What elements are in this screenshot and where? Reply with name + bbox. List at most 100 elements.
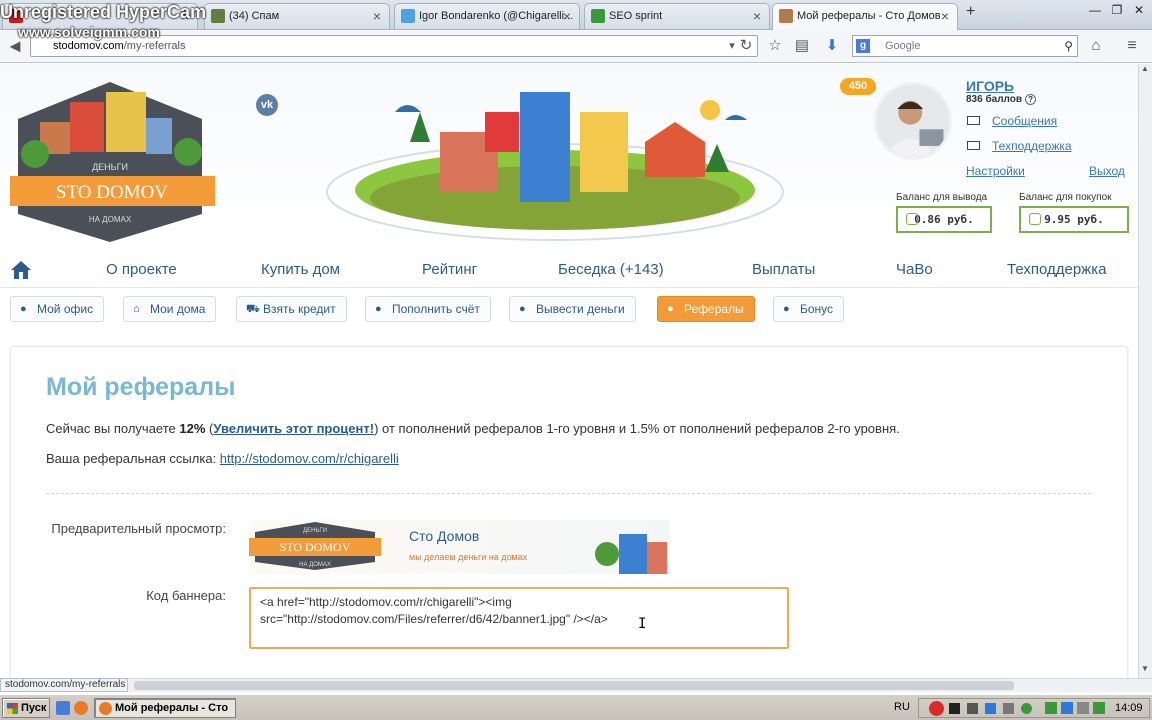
record-icon[interactable] [929,701,944,716]
horizontal-scrollbar[interactable] [128,678,1152,692]
sto-domov-logo[interactable]: ДЕНЬГИ STO DOMOV НА ДОМАХ [10,74,215,244]
search-placeholder: Google [885,40,921,52]
site-header: ДЕНЬГИ STO DOMOV НА ДОМАХ vk 450 ИГОРЬ 8… [0,64,1138,249]
horizontal-scroll-thumb[interactable] [134,681,1014,690]
firefox-quicklaunch-icon[interactable] [74,701,88,715]
start-button[interactable]: Пуск [2,698,50,718]
messages-link[interactable]: Сообщения [992,114,1057,128]
tray-app-icon[interactable] [967,703,978,714]
scroll-up-icon[interactable]: ▲ [1141,64,1149,73]
speaker-icon[interactable] [1077,702,1089,714]
tab-seo-sprint[interactable]: SEO sprint × [584,3,770,29]
subnav-bonus[interactable]: ● Бонус [773,296,845,322]
search-icon[interactable]: ⚲ [1064,36,1073,56]
tray-app-icon[interactable] [1093,702,1105,714]
tab-referrals[interactable]: Мой рефералы - Сто Домов × [772,3,958,30]
vk-icon[interactable]: vk [256,94,278,116]
subnav-my-office[interactable]: ● Мой офис [10,296,105,322]
cart-icon: ⛟ [246,303,260,315]
content-panel: Мой рефералы Сейчас вы получаете 12% (Ув… [10,346,1128,678]
level-badge: 450 [840,78,876,95]
nav-payouts[interactable]: Выплаты [752,261,815,278]
help-icon[interactable]: ? [1025,94,1037,105]
nav-about[interactable]: О проекте [106,261,177,278]
close-tab-icon[interactable]: × [563,4,571,28]
system-tray: 14:09 [918,698,1150,718]
banner-preview[interactable]: STO DOMOV ДЕНЬГИ НА ДОМАХ Сто Домов мы д… [249,520,669,574]
settings-link[interactable]: Настройки [966,164,1025,178]
tray-app-icon[interactable] [1045,702,1057,714]
subnav-top-up[interactable]: ● Пополнить счёт [365,296,491,322]
referral-link[interactable]: http://stodomov.com/r/chigarelli [220,451,399,466]
page-title: Мой рефералы [46,373,236,401]
scroll-down-icon[interactable]: ▼ [1141,664,1149,673]
referral-percent-text: Сейчас вы получаете 12% (Увеличить этот … [46,421,900,436]
close-tab-icon[interactable]: × [373,4,381,28]
piggybank-icon: ● [519,303,526,315]
close-tab-icon[interactable]: × [941,4,949,28]
close-tab-icon[interactable]: × [753,4,761,28]
tray-app-icon[interactable] [1061,702,1073,714]
banner-code-label: Код баннера: [146,588,226,603]
network-icon[interactable] [985,703,996,714]
home-icon[interactable]: ⌂ [1086,36,1106,56]
cash-icon [1029,213,1041,225]
tray-app-icon[interactable] [1003,703,1014,714]
banner-subtitle: мы делаем деньги на домах [409,552,528,562]
url-path: /my-referrals [123,40,186,52]
home-nav-icon[interactable] [10,260,32,280]
support-link[interactable]: Техподдержка [992,139,1072,153]
stop-icon[interactable] [949,703,960,714]
navigation-bar: ◄ stodomov.com/my-referrals ▾ ↻ ☆ ▤ ⬇ g … [0,30,1152,63]
maximize-icon[interactable]: ❐ [1106,0,1128,20]
close-window-icon[interactable]: ✕ [1128,0,1150,20]
vertical-scrollbar[interactable]: ▲ ▼ [1138,64,1152,678]
nav-buy-house[interactable]: Купить дом [261,261,340,278]
tab-twitter[interactable]: Igor Bondarenko (@Chigarelli... × [394,3,580,29]
google-icon: g [856,39,870,53]
subnav-withdraw[interactable]: ● Вывести деньги [509,296,636,322]
user-avatar[interactable] [874,82,952,160]
nav-support[interactable]: Техподдержка [1007,261,1106,278]
minimize-icon[interactable]: — [1084,0,1106,20]
subnav-my-houses[interactable]: ⌂ Мои дома [123,296,217,322]
reload-icon[interactable]: ↻ [736,36,756,56]
search-input[interactable]: g Google ⚲ [852,35,1078,57]
increase-percent-link[interactable]: Увеличить этот процент! [213,421,374,436]
logo-bottom-text: НА ДОМАХ [89,215,132,224]
subnav-take-credit[interactable]: ⛟ Взять кредит [236,296,347,322]
new-tab-icon[interactable]: + [966,3,975,21]
tab-spam[interactable]: (34) Спам × [204,3,390,29]
logout-link[interactable]: Выход [1089,164,1125,178]
star-icon[interactable]: ☆ [765,36,785,56]
balance-purchase-label: Баланс для покупок [1019,192,1112,203]
language-indicator[interactable]: RU [894,701,910,713]
stodomov-favicon-icon [779,9,793,23]
logo-top-text: ДЕНЬГИ [92,162,128,172]
quicklaunch-icon[interactable] [56,701,70,715]
firefox-icon [99,702,112,715]
envelope-icon [967,141,980,150]
download-icon[interactable]: ⬇ [822,36,842,56]
subnav-referrals[interactable]: ● Рефералы [657,296,755,322]
menu-icon[interactable]: ≡ [1122,36,1142,56]
banner-houses-illustration [595,534,667,574]
nav-faq[interactable]: ЧаВо [896,261,933,278]
clock[interactable]: 14:09 [1115,699,1143,717]
banner-code-textarea[interactable]: <a href="http://stodomov.com/r/chigarell… [249,587,789,649]
taskbar-firefox-window[interactable]: Мой рефералы - Сто ... [94,698,236,718]
antivirus-icon[interactable] [1021,703,1032,714]
banner-title: Сто Домов [409,528,480,544]
divider [46,493,1091,494]
nav-rating[interactable]: Рейтинг [422,261,477,278]
reader-icon[interactable]: ▤ [792,36,812,56]
banner-logo: STO DOMOV ДЕНЬГИ НА ДОМАХ [249,522,381,570]
moneybag-icon: ● [375,303,382,315]
user-name-link[interactable]: ИГОРЬ [966,78,1014,94]
envelope-icon [967,116,980,125]
watermark-line1: Unregistered HyperCam [0,2,207,22]
mail-favicon-icon [211,9,225,23]
balance-withdraw-box: 0.86 руб. [896,206,992,233]
balance-withdraw-label: Баланс для вывода [896,192,988,203]
nav-chat[interactable]: Беседка (+143) [558,261,664,278]
